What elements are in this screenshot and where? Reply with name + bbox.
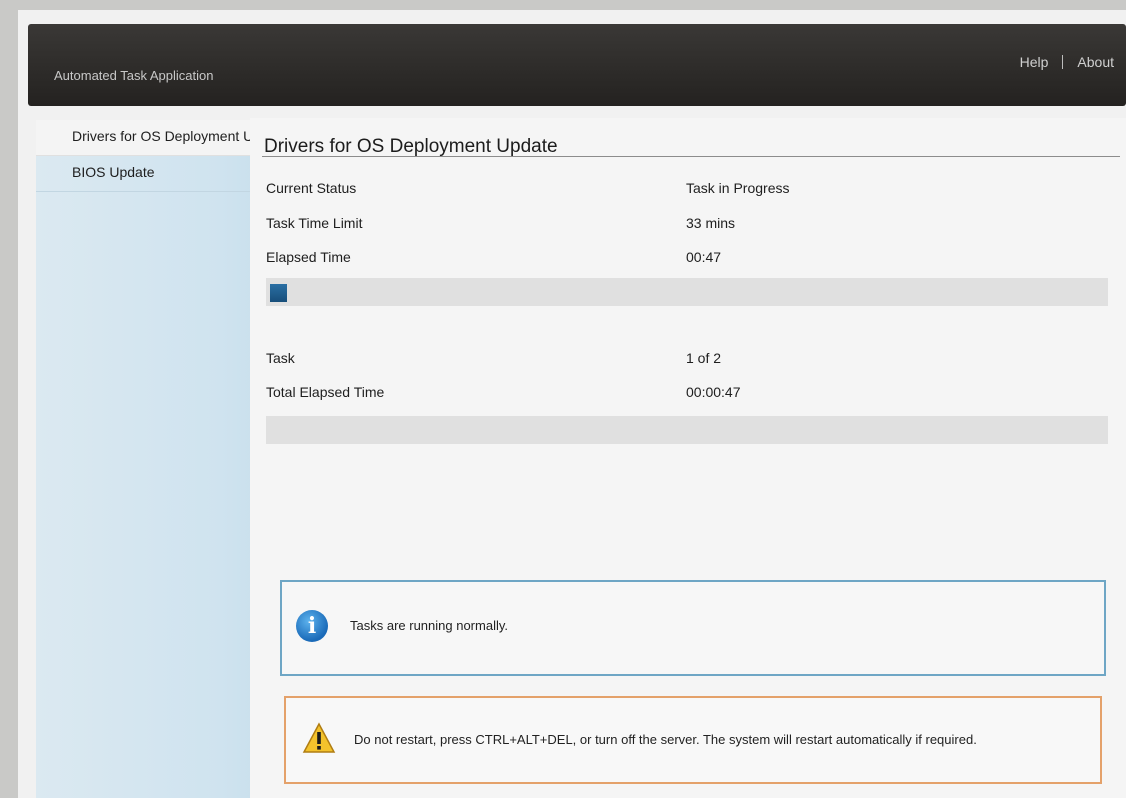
current-status-value: Task in Progress <box>686 180 790 196</box>
elapsed-time-label: Elapsed Time <box>266 249 351 265</box>
warning-message-box: Do not restart, press CTRL+ALT+DEL, or t… <box>284 696 1102 784</box>
info-message-box: i Tasks are running normally. <box>280 580 1106 676</box>
app-title: Automated Task Application <box>54 68 214 83</box>
current-status-label: Current Status <box>266 180 357 196</box>
task-progress-bar <box>266 278 1108 306</box>
main-panel: Drivers for OS Deployment Update Current… <box>250 118 1126 798</box>
header-link-divider <box>1062 55 1064 69</box>
overall-progress-bar <box>266 416 1108 444</box>
header-links: Help About <box>1020 54 1114 70</box>
elapsed-time-value: 00:47 <box>686 249 722 265</box>
sidebar-item-bios-update[interactable]: BIOS Update <box>36 156 268 192</box>
time-limit-label: Task Time Limit <box>266 215 363 231</box>
screen: Automated Task Application Help About Dr… <box>18 10 1126 798</box>
total-elapsed-value: 00:00:47 <box>686 384 741 400</box>
info-message-text: Tasks are running normally. <box>350 618 508 633</box>
warning-icon <box>302 722 336 753</box>
about-link[interactable]: About <box>1077 54 1114 70</box>
title-divider <box>262 156 1120 157</box>
time-limit-value: 33 mins <box>686 215 736 231</box>
page-title: Drivers for OS Deployment Update <box>264 136 558 157</box>
app-header: Automated Task Application Help About <box>28 24 1126 106</box>
sidebar: Drivers for OS Deployment U.. BIOS Updat… <box>36 120 268 798</box>
sidebar-item-drivers-os-deployment[interactable]: Drivers for OS Deployment U.. <box>36 120 268 156</box>
task-value: 1 of 2 <box>686 350 722 366</box>
total-elapsed-label: Total Elapsed Time <box>266 384 385 400</box>
info-icon: i <box>296 610 328 642</box>
warning-message-text: Do not restart, press CTRL+ALT+DEL, or t… <box>354 732 977 747</box>
task-progress-fill <box>270 284 287 302</box>
task-label: Task <box>266 350 295 366</box>
help-link[interactable]: Help <box>1020 54 1049 70</box>
